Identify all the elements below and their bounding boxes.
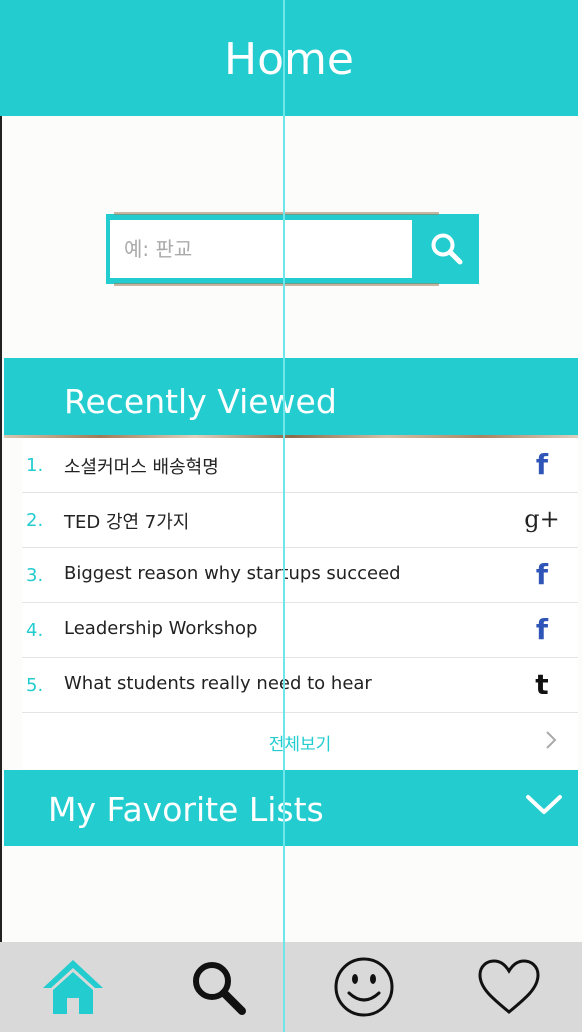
item-title: TED 강연 7가지: [64, 512, 190, 533]
smiley-icon: [334, 957, 394, 1017]
list-item[interactable]: 2. TED 강연 7가지 g+: [22, 493, 578, 548]
item-title: What students really need to hear: [64, 673, 372, 694]
item-title: Biggest reason why startups succeed: [64, 563, 401, 584]
twitter-icon: t: [535, 667, 549, 701]
tab-home[interactable]: [0, 942, 146, 1032]
recently-viewed-header: Recently Viewed: [4, 358, 578, 435]
item-number: 1.: [26, 455, 44, 476]
search-input[interactable]: [110, 220, 412, 278]
search-edge-top: [114, 212, 439, 215]
list-item[interactable]: 1. 소셜커머스 배송혁명 f: [22, 438, 578, 493]
list-item[interactable]: 4. Leadership Workshop f: [22, 603, 578, 658]
view-all-link[interactable]: 전체보기: [22, 730, 578, 755]
tab-favorites[interactable]: [437, 942, 582, 1032]
search-edge-bottom: [114, 283, 439, 286]
chevron-down-icon[interactable]: [524, 792, 564, 818]
view-all-row[interactable]: 전체보기: [22, 713, 578, 769]
search-icon: [193, 962, 247, 1015]
search-box: [106, 212, 479, 286]
list-item[interactable]: 3. Biggest reason why startups succeed f: [22, 548, 578, 603]
header-bar: Home: [0, 0, 578, 116]
item-title: Leadership Workshop: [64, 618, 258, 639]
recently-viewed-list: 1. 소셜커머스 배송혁명 f 2. TED 강연 7가지 g+ 3. Bigg…: [22, 438, 578, 769]
heart-icon: [478, 959, 540, 1014]
home-icon: [42, 960, 103, 1014]
bottom-tab-bar: [0, 942, 582, 1032]
item-number: 4.: [26, 620, 44, 641]
favorite-lists-header[interactable]: My Favorite Lists: [4, 770, 578, 846]
chevron-right-icon: [546, 731, 557, 749]
recently-viewed-title: Recently Viewed: [64, 382, 337, 421]
google-plus-icon: g+: [524, 505, 560, 533]
tab-profile[interactable]: [291, 942, 437, 1032]
item-number: 2.: [26, 510, 44, 531]
page-title: Home: [224, 34, 354, 85]
favorite-lists-title: My Favorite Lists: [48, 790, 324, 829]
facebook-icon: f: [535, 557, 549, 591]
facebook-icon: f: [535, 612, 549, 646]
item-number: 5.: [26, 675, 44, 696]
item-number: 3.: [26, 565, 44, 586]
search-button[interactable]: [414, 214, 479, 284]
facebook-icon: f: [535, 447, 549, 481]
tab-search[interactable]: [146, 942, 292, 1032]
left-edge-line: [0, 116, 2, 942]
list-item[interactable]: 5. What students really need to hear t: [22, 658, 578, 713]
search-icon: [431, 233, 462, 265]
item-title: 소셜커머스 배송혁명: [64, 457, 219, 478]
